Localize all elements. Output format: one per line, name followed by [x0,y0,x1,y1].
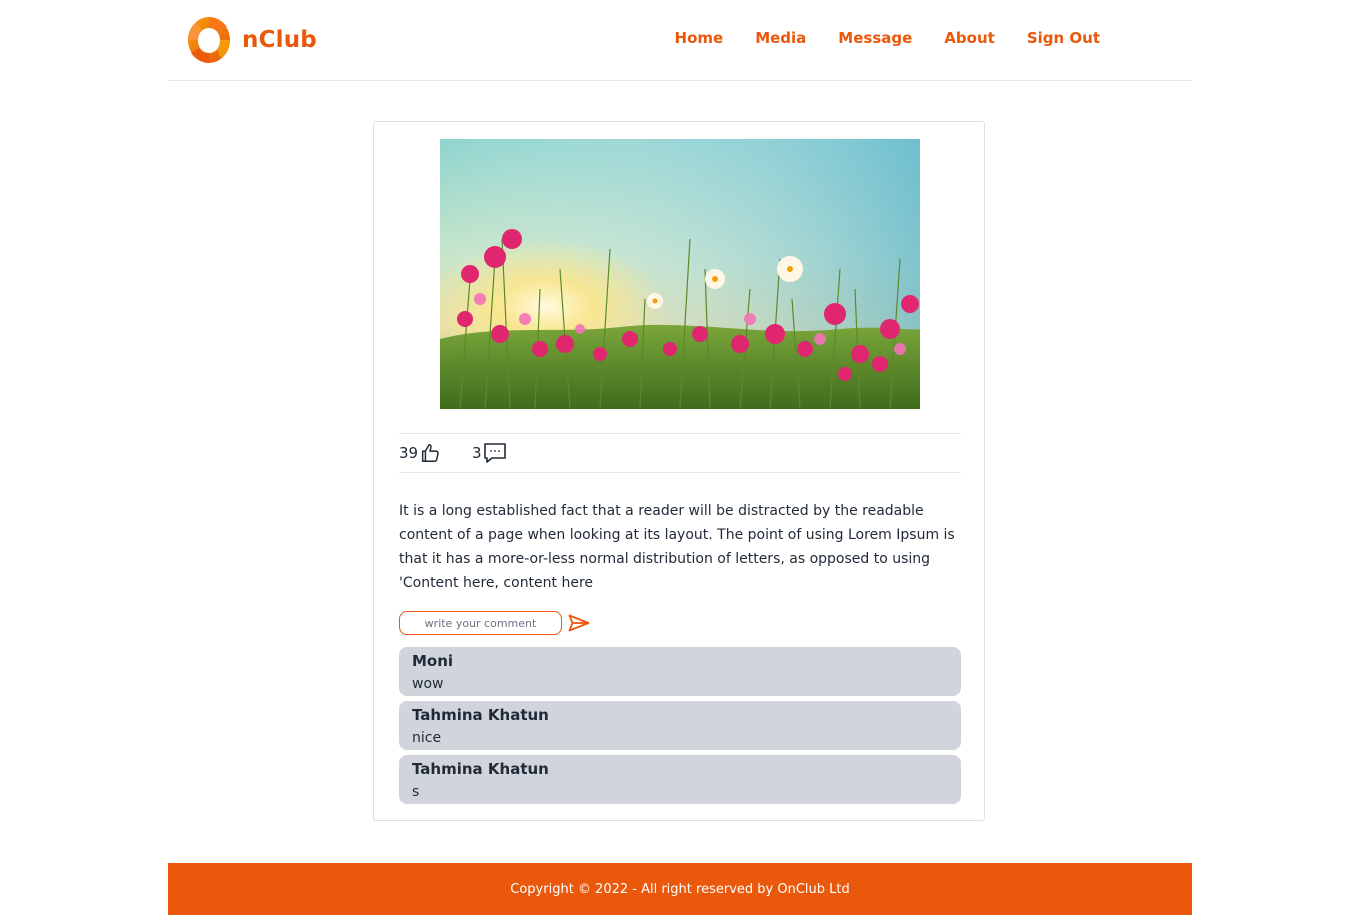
comment-text: s [412,784,420,800]
comment-author: Moni [412,652,454,670]
comment-author: Tahmina Khatun [412,706,549,724]
comments-list: Moni wow Tahmina Khatun nice Tahmina Kha… [399,647,961,809]
comment-author: Tahmina Khatun [412,760,549,778]
like-count: 39 [399,444,419,462]
footer: Copyright © 2022 - All right reserved by… [168,863,1192,915]
comment-text: nice [412,730,442,746]
send-icon [568,614,590,632]
chat-bubble-icon [483,443,506,463]
thumbs-up-icon [422,444,439,462]
comment-item: Moni wow [399,647,961,696]
post-card: 39 3 It is a long established fact that … [373,121,985,821]
post-stats: 39 3 [399,433,961,473]
comment-item: Tahmina Khatun nice [399,701,961,750]
comment-item: Tahmina Khatun s [399,755,961,804]
nav-sign-out[interactable]: Sign Out [1027,29,1100,47]
header: nClub Home Media Message About Sign Out [168,0,1192,81]
page: nClub Home Media Message About Sign Out [0,0,1360,915]
footer-copyright: Copyright © 2022 - All right reserved by… [510,881,850,897]
main-nav: Home Media Message About Sign Out [675,29,1100,47]
send-comment-button[interactable] [568,612,590,634]
nav-about[interactable]: About [944,29,995,47]
nav-media[interactable]: Media [755,29,806,47]
comment-count: 3 [472,444,482,462]
comment-input[interactable] [399,611,562,635]
nav-message[interactable]: Message [838,29,912,47]
post-text: It is a long established fact that a rea… [399,503,955,591]
brand-logo[interactable]: nClub [186,15,317,65]
like-button[interactable]: 39 [399,442,441,464]
comment-count-button[interactable]: 3 [472,442,507,464]
comment-form [399,611,590,635]
logo-ring-icon [188,17,230,63]
comment-text: wow [412,676,444,692]
nav-home[interactable]: Home [675,29,724,47]
post-image [440,139,920,409]
brand-name: nClub [242,27,317,53]
